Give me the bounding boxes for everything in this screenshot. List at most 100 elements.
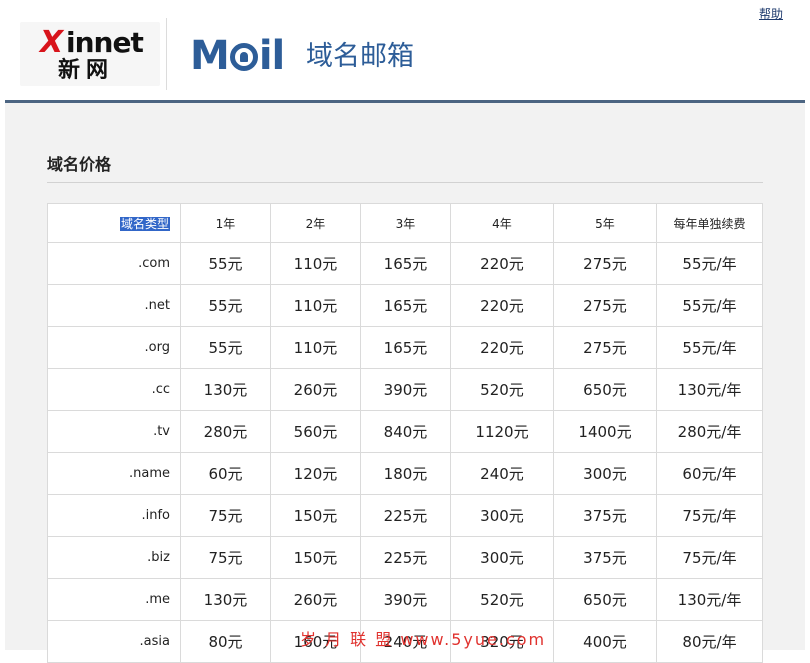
price-cell: 1120元 [450,410,554,453]
section-divider [47,182,763,183]
price-cell: 80元 [180,620,271,663]
mail-title: 域名邮箱 [306,41,414,72]
column-header-type: 域名类型 [47,203,181,243]
price-cell: 400元 [553,620,657,663]
renewal-cell: 75元/年 [656,494,763,537]
price-cell: 220元 [450,326,554,369]
mail-logo-il: il [258,33,285,79]
price-cell: 520元 [450,578,554,621]
price-cell: 520元 [450,368,554,411]
price-cell: 165元 [360,284,451,327]
tld-cell: .cc [47,368,181,411]
price-cell: 75元 [180,494,271,537]
renewal-cell: 130元/年 [656,368,763,411]
page-header: 帮助 X innet 新网 Mil 域名邮箱 [0,0,810,100]
price-cell: 130元 [180,368,271,411]
table-row: .me 130元 260元 390元 520元 650元 130元/年 [47,578,763,621]
price-cell: 165元 [360,326,451,369]
tld-cell: .biz [47,536,181,579]
price-cell: 375元 [553,494,657,537]
tld-cell: .asia [47,620,181,663]
price-cell: 280元 [180,410,271,453]
table-row: .info 75元 150元 225元 300元 375元 75元/年 [47,494,763,537]
price-cell: 260元 [270,368,361,411]
column-header-4y: 4年 [450,203,554,243]
price-cell: 60元 [180,452,271,495]
xinnet-logo-cn: 新网 [58,58,115,83]
price-cell: 220元 [450,284,554,327]
price-cell: 390元 [360,578,451,621]
price-cell: 260元 [270,578,361,621]
column-header-3y: 3年 [360,203,451,243]
logo-divider [166,18,167,90]
price-cell: 650元 [553,578,657,621]
price-cell: 1400元 [553,410,657,453]
tld-cell: .tv [47,410,181,453]
renewal-cell: 280元/年 [656,410,763,453]
tld-cell: .me [47,578,181,621]
price-cell: 225元 [360,494,451,537]
price-cell: 75元 [180,536,271,579]
tld-cell: .net [47,284,181,327]
table-row: .org 55元 110元 165元 220元 275元 55元/年 [47,326,763,369]
renewal-cell: 130元/年 [656,578,763,621]
content-area: 域名价格 域名类型 1年 2年 3年 4年 5年 每年单独续费 .com 55元… [5,103,805,663]
price-cell: 650元 [553,368,657,411]
renewal-cell: 75元/年 [656,536,763,579]
table-row: .com 55元 110元 165元 220元 275元 55元/年 [47,242,763,285]
table-row: .cc 130元 260元 390元 520元 650元 130元/年 [47,368,763,411]
price-cell: 110元 [270,284,361,327]
column-header-2y: 2年 [270,203,361,243]
price-cell: 110元 [270,242,361,285]
selected-text[interactable]: 域名类型 [119,216,170,231]
column-header-1y: 1年 [180,203,271,243]
table-row: .tv 280元 560元 840元 1120元 1400元 280元/年 [47,410,763,453]
tld-cell: .info [47,494,181,537]
price-cell: 130元 [180,578,271,621]
section-title: 域名价格 [47,155,112,174]
price-cell: 275元 [553,242,657,285]
price-cell: 275元 [553,284,657,327]
price-cell: 220元 [450,242,554,285]
price-cell: 150元 [270,494,361,537]
price-cell: 55元 [180,326,271,369]
column-header-renewal: 每年单独续费 [656,203,763,243]
help-link[interactable]: 帮助 [759,5,783,22]
price-cell: 375元 [553,536,657,579]
price-cell: 180元 [360,452,451,495]
xinnet-logo[interactable]: X innet 新网 [20,22,160,86]
table-header-row: 域名类型 1年 2年 3年 4年 5年 每年单独续费 [47,203,763,243]
price-cell: 240元 [450,452,554,495]
mail-logo-m: M [190,33,230,79]
tld-cell: .org [47,326,181,369]
price-table: 域名类型 1年 2年 3年 4年 5年 每年单独续费 .com 55元 110元… [47,203,763,663]
table-row: .biz 75元 150元 225元 300元 375元 75元/年 [47,536,763,579]
tld-cell: .com [47,242,181,285]
price-cell: 225元 [360,536,451,579]
renewal-cell: 55元/年 [656,326,763,369]
price-cell: 165元 [360,242,451,285]
watermark: 岁 月 联 盟 www.5yue.com [300,630,547,649]
tld-cell: .name [47,452,181,495]
bell-icon [229,43,258,71]
price-cell: 275元 [553,326,657,369]
price-cell: 300元 [450,536,554,579]
price-cell: 300元 [450,494,554,537]
table-row: .name 60元 120元 180元 240元 300元 60元/年 [47,452,763,495]
price-cell: 150元 [270,536,361,579]
price-cell: 55元 [180,242,271,285]
price-cell: 300元 [553,452,657,495]
renewal-cell: 55元/年 [656,284,763,327]
table-row: .net 55元 110元 165元 220元 275元 55元/年 [47,284,763,327]
renewal-cell: 80元/年 [656,620,763,663]
renewal-cell: 55元/年 [656,242,763,285]
price-cell: 110元 [270,326,361,369]
xinnet-logo-text: innet [66,26,144,59]
price-cell: 390元 [360,368,451,411]
mail-logo: Mil [190,33,285,79]
xinnet-logo-x: X [40,25,64,60]
renewal-cell: 60元/年 [656,452,763,495]
price-cell: 840元 [360,410,451,453]
price-cell: 560元 [270,410,361,453]
price-cell: 120元 [270,452,361,495]
